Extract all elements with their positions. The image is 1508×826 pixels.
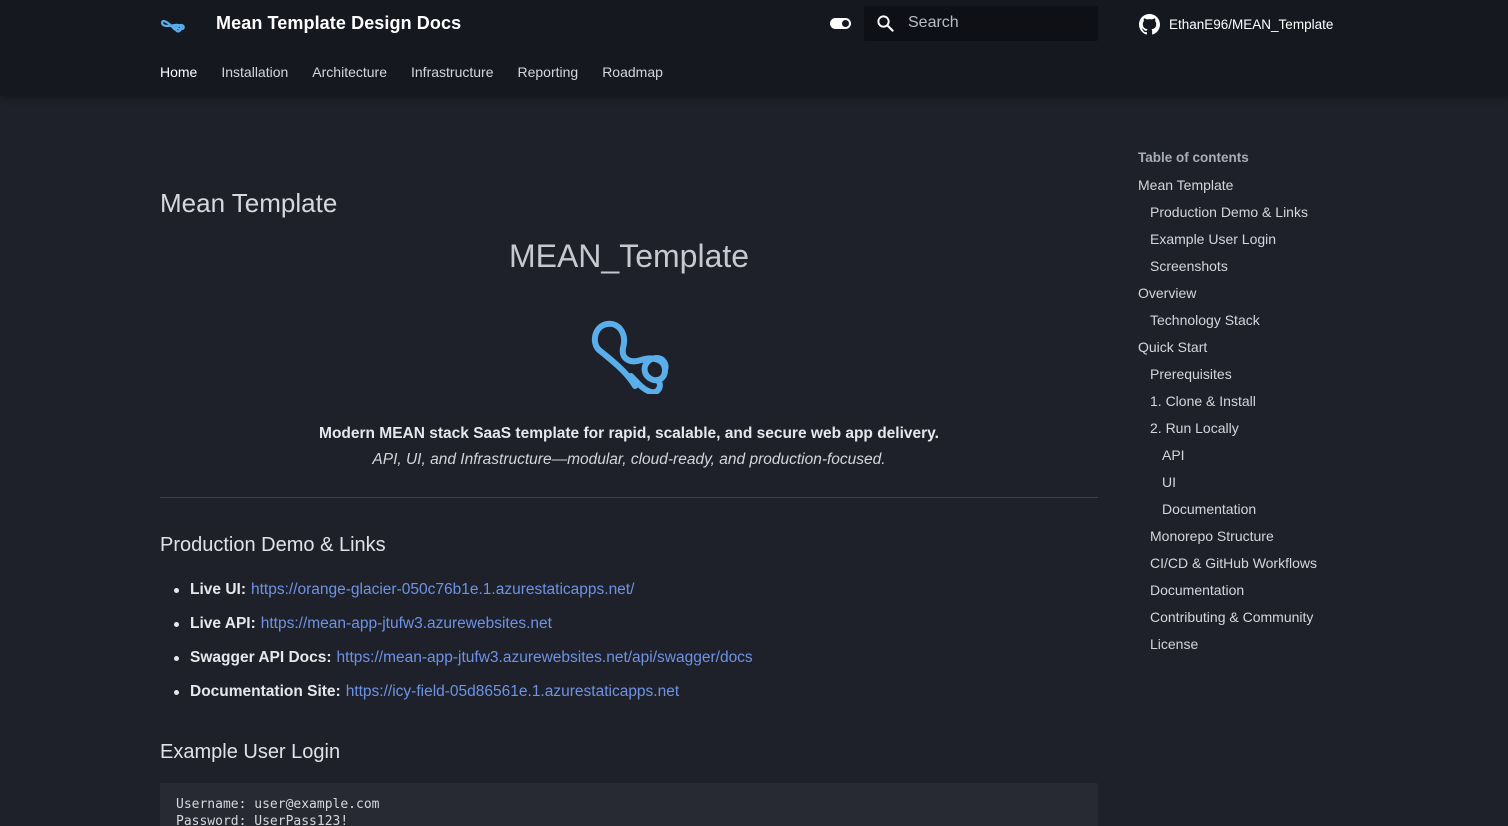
toc-item[interactable]: Documentation [1138,582,1378,609]
section-heading-login: Example User Login [160,741,341,763]
toc-item[interactable]: 2. Run Locally [1138,420,1378,447]
site-title[interactable]: Mean Template Design Docs [216,13,461,34]
swagger-docs-link[interactable]: https://mean-app-jtufw3.azurewebsites.ne… [337,648,753,668]
nav-tabs: Home Installation Architecture Infrastru… [160,64,687,80]
documentation-site-link[interactable]: https://icy-field-05d86561e.1.azurestati… [346,682,679,702]
code-block: Username: user@example.com Password: User… [160,783,1098,826]
subtagline: API, UI, and Infrastructure—modular, clo… [372,451,886,468]
github-icon [1139,13,1160,34]
toc-item[interactable]: Contributing & Community [1138,609,1378,636]
toc-item[interactable]: Technology Stack [1138,312,1378,339]
table-of-contents: Table of contents Mean Template Producti… [1138,150,1378,663]
link-label: Swagger API Docs: [190,649,332,666]
bullet [174,690,179,695]
section-heading-demo: Production Demo & Links [160,534,386,556]
tab-architecture[interactable]: Architecture [312,64,387,80]
tab-roadmap[interactable]: Roadmap [602,64,663,80]
toc-item[interactable]: 1. Clone & Install [1138,393,1378,420]
toc-item[interactable]: Quick Start [1138,339,1378,366]
repo-link[interactable]: EthanE96/MEAN_Template [1139,12,1333,36]
toc-item[interactable]: UI [1138,474,1378,501]
theme-toggle-icon[interactable] [830,18,851,29]
link-label: Documentation Site: [190,683,341,700]
toc-item[interactable]: Monorepo Structure [1138,528,1378,555]
search-input[interactable]: Search [864,6,1098,41]
code-line: Username: user@example.com [176,797,380,812]
toc-item[interactable]: Overview [1138,285,1378,312]
bullet [174,588,179,593]
header: Mean Template Design Docs Search EthanE9… [0,0,1508,96]
code-line: Password: UserPass123! [176,814,349,826]
live-ui-link[interactable]: https://orange-glacier-050c76b1e.1.azure… [251,580,634,600]
toc-title: Table of contents [1138,150,1249,165]
page-title: Mean Template [160,188,338,218]
links-list: Live UI: https://orange-glacier-050c76b1… [174,580,753,716]
toc-item[interactable]: Prerequisites [1138,366,1378,393]
bullet [174,622,179,627]
tab-infrastructure[interactable]: Infrastructure [411,64,493,80]
bullet [174,656,179,661]
toc-item[interactable]: Screenshots [1138,258,1378,285]
live-api-link[interactable]: https://mean-app-jtufw3.azurewebsites.ne… [261,614,552,634]
link-label: Live API: [190,615,256,632]
toc-item[interactable]: Production Demo & Links [1138,204,1378,231]
tab-installation[interactable]: Installation [221,64,288,80]
search-icon [877,15,894,32]
logo-icon[interactable] [160,11,186,37]
toc-item[interactable]: API [1138,447,1378,474]
toc-item[interactable]: Example User Login [1138,231,1378,258]
toc-item[interactable]: License [1138,636,1378,663]
tab-home[interactable]: Home [160,64,197,80]
search-placeholder: Search [908,14,959,31]
toc-item[interactable]: Documentation [1138,501,1378,528]
logo-icon [591,320,669,394]
toc-item[interactable]: Mean Template [1138,177,1378,204]
repo-name: EthanE96/MEAN_Template [1169,16,1334,32]
list-item: Documentation Site: https://icy-field-05… [174,682,753,716]
tagline: Modern MEAN stack SaaS template for rapi… [319,425,939,442]
list-item: Live API: https://mean-app-jtufw3.azurew… [174,614,753,648]
toc-item[interactable]: CI/CD & GitHub Workflows [1138,555,1378,582]
divider [160,497,1098,498]
list-item: Swagger API Docs: https://mean-app-jtufw… [174,648,753,682]
list-item: Live UI: https://orange-glacier-050c76b1… [174,580,753,614]
link-label: Live UI: [190,581,246,598]
tab-reporting[interactable]: Reporting [517,64,578,80]
center-title: MEAN_Template [508,238,750,274]
